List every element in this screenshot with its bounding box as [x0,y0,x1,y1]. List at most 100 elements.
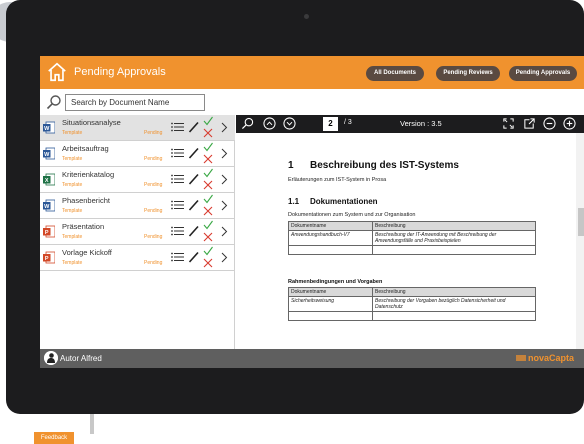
pending-approvals-button[interactable]: Pending Approvals [509,66,577,81]
user-icon [44,351,58,365]
zoom-out-icon[interactable] [543,117,556,130]
page-total: / 3 [344,119,352,126]
table-cell [288,311,373,321]
list-item[interactable]: W Situationsanalyse Template Pending [40,115,235,141]
chevron-right-icon[interactable] [221,148,228,159]
table-cell: Sicherheitsweisung [288,296,373,312]
app-header: Pending Approvals All Documents Pending … [40,56,584,89]
author-name: Autor Alfred [60,354,102,363]
edit-icon[interactable] [188,225,199,237]
table-header: Beschreibung [372,221,536,231]
edit-icon[interactable] [188,173,199,185]
powerpoint-icon: P [43,251,55,264]
fullscreen-icon[interactable] [502,117,515,130]
table-cell [372,245,536,255]
scrollbar-thumb[interactable] [578,208,584,236]
document-name: Situationsanalyse [62,118,121,127]
document-name: Präsentation [62,222,105,231]
approve-icon[interactable] [203,220,213,230]
app-footer: Autor Alfred novaCapta [40,349,584,368]
home-icon[interactable] [46,61,68,83]
documentation-table: Dokumentname Beschreibung Anwendungshand… [288,221,536,255]
list-item[interactable]: P Präsentation Template Pending [40,219,235,245]
reject-icon[interactable] [203,180,213,190]
svg-text:W: W [44,204,50,210]
details-list-icon[interactable] [171,252,184,262]
table-cell [372,311,536,321]
reject-icon[interactable] [203,154,213,164]
edit-icon[interactable] [188,147,199,159]
pending-reviews-button[interactable]: Pending Reviews [436,66,500,81]
edit-icon[interactable] [188,121,199,133]
previous-page-icon[interactable] [263,117,276,130]
approve-icon[interactable] [203,194,213,204]
document-type: Template [62,234,83,240]
chevron-right-icon[interactable] [221,252,228,263]
approve-icon[interactable] [203,246,213,256]
details-list-icon[interactable] [171,226,184,236]
chevron-right-icon[interactable] [221,122,228,133]
word-icon: W [43,121,55,134]
details-list-icon[interactable] [171,200,184,210]
table-row: Anwendungshandbuch-V7 Beschreibung der I… [288,230,536,246]
version-label: Version : 3.5 [400,119,442,128]
document-type: Template [62,156,83,162]
zoom-in-icon[interactable] [563,117,576,130]
edit-icon[interactable] [188,199,199,211]
document-viewer[interactable]: 1 Beschreibung des IST-Systems Erläuteru… [236,133,584,349]
avatar[interactable] [44,351,58,365]
page-number-input[interactable]: 2 [323,117,338,131]
status-badge: Pending [144,182,163,188]
list-item[interactable]: P Vorlage Kickoff Template Pending [40,245,235,271]
approve-icon[interactable] [203,142,213,152]
document-list: W Situationsanalyse Template Pending W Arbeit… [40,115,235,349]
reject-icon[interactable] [203,232,213,242]
svg-text:X: X [45,178,49,184]
table-cell: Beschreibung der Vorgaben bezüglich Date… [372,296,536,312]
svg-text:W: W [44,152,50,158]
brand-logo-mark [516,355,526,361]
excel-icon: X [43,173,55,186]
table-header: Beschreibung [372,287,536,297]
document-name: Phasenbericht [62,196,110,205]
document-name: Vorlage Kickoff [62,248,112,257]
viewer-scrollbar[interactable] [576,133,584,349]
svg-text:P: P [45,256,49,262]
approve-icon[interactable] [203,116,213,126]
approve-icon[interactable] [203,168,213,178]
subheading-number: 1.1 [288,197,300,206]
open-external-icon[interactable] [523,117,536,130]
powerpoint-icon: P [43,225,55,238]
chevron-right-icon[interactable] [221,226,228,237]
document-type: Template [62,260,83,266]
chevron-right-icon[interactable] [221,174,228,185]
table-row [288,245,536,255]
details-list-icon[interactable] [171,174,184,184]
chevron-right-icon[interactable] [221,200,228,211]
reject-icon[interactable] [203,128,213,138]
table-header: Dokumentname [288,287,373,297]
requirements-table: Dokumentname Beschreibung Sicherheitswei… [288,287,536,321]
feedback-button[interactable]: Feedback [34,432,74,444]
search-bar [40,89,584,115]
table-row: Sicherheitsweisung Beschreibung der Vorg… [288,296,536,312]
list-item[interactable]: W Arbeitsauftrag Template Pending [40,141,235,167]
heading-number: 1 [288,160,294,171]
details-list-icon[interactable] [171,122,184,132]
list-item[interactable]: X Kriterienkatalog Template Pending [40,167,235,193]
word-icon: W [43,199,55,212]
next-page-icon[interactable] [283,117,296,130]
reject-icon[interactable] [203,206,213,216]
list-item[interactable]: W Phasenbericht Template Pending [40,193,235,219]
table-row [288,311,536,321]
search-icon[interactable] [241,117,254,130]
document-name: Kriterienkatalog [62,170,115,179]
document-subheading: Dokumentationen [310,197,378,206]
document-paragraph: Dokumentationen zum System und zur Organ… [288,212,416,218]
details-list-icon[interactable] [171,148,184,158]
edit-icon[interactable] [188,251,199,263]
all-documents-button[interactable]: All Documents [366,66,424,81]
document-paragraph: Erläuterungen zum IST-System in Prosa [288,177,387,183]
search-input[interactable] [65,94,205,111]
reject-icon[interactable] [203,258,213,268]
